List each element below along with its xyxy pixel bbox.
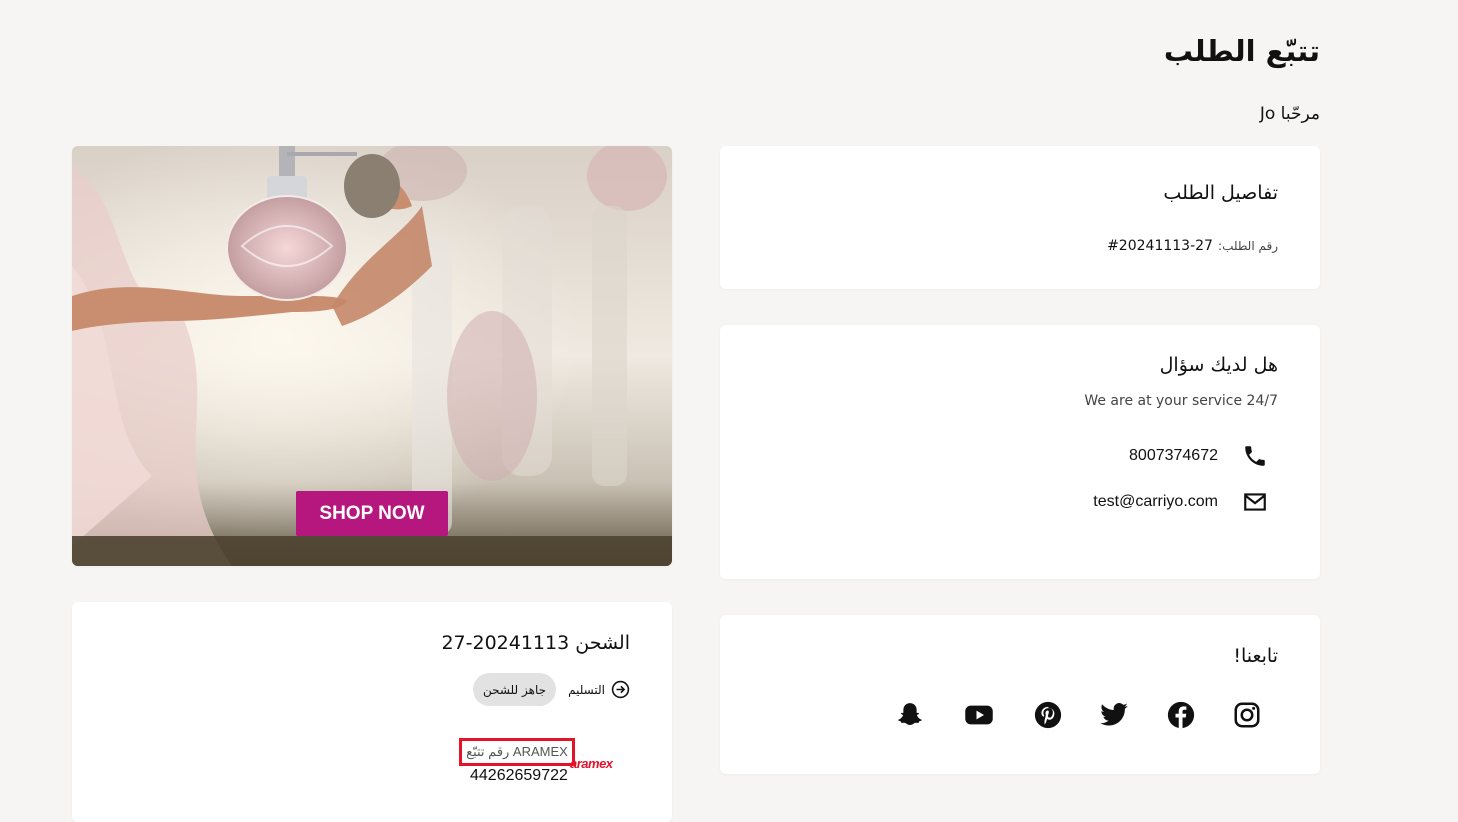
pinterest-icon[interactable] [1033, 700, 1063, 730]
youtube-icon[interactable] [964, 700, 994, 730]
facebook-icon[interactable] [1166, 700, 1196, 730]
support-subtitle: We are at your service 24/7 [1084, 393, 1278, 409]
order-details-title: تفاصيل الطلب [1163, 182, 1278, 204]
phone-number[interactable]: 8007374672 [1129, 447, 1218, 465]
shipment-card: الشحن 20241113-27 التسليم جاهز للشحن رقم… [72, 602, 672, 822]
tracking-label: رقم تتبّع ARAMEX [459, 738, 575, 766]
tracking-number[interactable]: 44262659722 [470, 767, 568, 785]
shipment-title: الشحن 20241113-27 [441, 632, 630, 654]
delivery-label: التسليم [568, 682, 605, 697]
greeting-text: مرحّبا Jo [1259, 104, 1320, 124]
delivery-step: التسليم [568, 680, 630, 699]
arrow-circle-icon [611, 680, 630, 699]
aramex-logo: aramex [570, 756, 613, 771]
email-row[interactable]: test@carriyo.com [1093, 489, 1268, 515]
phone-row[interactable]: 8007374672 [1129, 443, 1268, 469]
email-address[interactable]: test@carriyo.com [1093, 493, 1218, 511]
order-number-label: رقم الطلب: [1218, 239, 1278, 253]
status-badge: جاهز للشحن [473, 673, 556, 706]
snapchat-icon[interactable] [895, 700, 925, 730]
order-number-value: #20241113-27 [1107, 238, 1213, 254]
shop-now-button[interactable]: SHOP NOW [296, 491, 448, 536]
phone-icon [1245, 446, 1265, 466]
twitter-icon[interactable] [1099, 700, 1129, 730]
follow-title: تابعنا! [1233, 645, 1278, 667]
mail-icon [1244, 493, 1266, 511]
order-number-line: رقم الطلب: #20241113-27 [1107, 235, 1278, 254]
instagram-icon[interactable] [1232, 700, 1262, 730]
support-title: هل لديك سؤال [1159, 354, 1278, 376]
support-card: هل لديك سؤال We are at your service 24/7… [720, 325, 1320, 579]
follow-card: تابعنا! [720, 615, 1320, 774]
promo-banner: SHOP NOW [72, 146, 672, 566]
page-title: تتبّع الطلب [1163, 34, 1320, 68]
order-details-card: تفاصيل الطلب رقم الطلب: #20241113-27 [720, 146, 1320, 289]
